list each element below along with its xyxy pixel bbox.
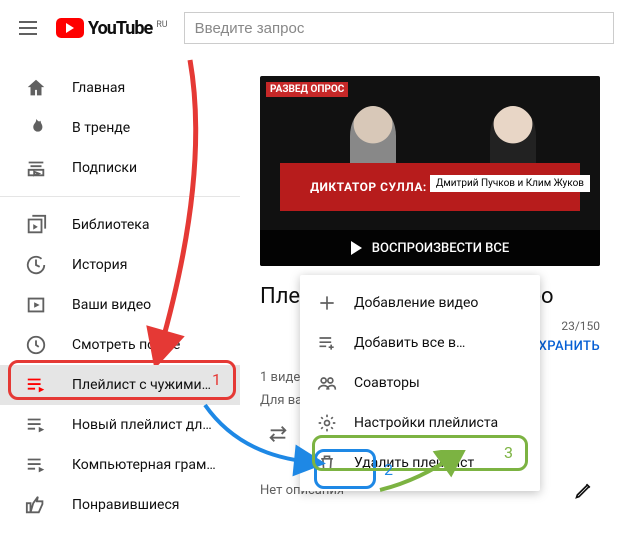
playlist-icon bbox=[24, 413, 48, 437]
sidebar-item-label: Понравившиеся bbox=[72, 497, 179, 513]
playlist-icon bbox=[24, 453, 48, 477]
logo-country: RU bbox=[156, 20, 167, 30]
menu-item-playlist-settings[interactable]: Настройки плейлиста bbox=[300, 403, 540, 443]
menu-item-add-video[interactable]: Добавление видео bbox=[300, 283, 540, 323]
sidebar-item-label: Плейлист с чужими… bbox=[72, 377, 211, 393]
logo-text: YouTube bbox=[88, 18, 152, 39]
sidebar: Главная В тренде Подписки Библиотека Истори… bbox=[0, 56, 240, 533]
yourvideos-icon bbox=[24, 293, 48, 317]
collab-icon bbox=[316, 372, 338, 394]
sidebar-item-label: Компьютерная грам… bbox=[72, 457, 216, 473]
sidebar-item-playlist-foreign[interactable]: Плейлист с чужими… bbox=[0, 365, 240, 405]
menu-item-label: Удалить плейлист bbox=[354, 455, 474, 471]
sidebar-item-playlist-new[interactable]: Новый плейлист дл… bbox=[0, 405, 240, 445]
youtube-logo[interactable]: YouTube RU bbox=[56, 18, 168, 39]
menu-item-collaborators[interactable]: Соавторы bbox=[300, 363, 540, 403]
menu-item-label: Добавить все в… bbox=[354, 335, 465, 351]
menu-item-label: Настройки плейлиста bbox=[354, 415, 498, 431]
sidebar-item-label: Смотреть позже bbox=[72, 337, 180, 353]
thumb-badge: РАЗВЕД ОПРОС bbox=[266, 82, 348, 97]
like-icon bbox=[24, 493, 48, 517]
gear-icon bbox=[316, 412, 338, 434]
playlist-icon bbox=[24, 373, 48, 397]
play-icon bbox=[351, 241, 362, 255]
addall-icon bbox=[316, 332, 338, 354]
library-icon bbox=[24, 213, 48, 237]
fire-icon bbox=[24, 116, 48, 140]
plus-icon bbox=[316, 292, 338, 314]
playlist-thumbnail[interactable]: РАЗВЕД ОПРОС ДИКТАТОР СУЛЛА: КРАХ РЕСПУБ… bbox=[260, 76, 600, 266]
menu-item-label: Соавторы bbox=[354, 375, 420, 391]
thumb-name-card: Дмитрий Пучков и Клим Жуков bbox=[430, 175, 590, 192]
annotation-number-1: 1 bbox=[212, 370, 221, 389]
shuffle-button[interactable] bbox=[260, 416, 296, 452]
person-silhouette bbox=[350, 106, 396, 166]
sidebar-item-label: Ваши видео bbox=[72, 297, 151, 313]
annotation-number-3: 3 bbox=[504, 443, 513, 462]
sidebar-item-trending[interactable]: В тренде bbox=[0, 108, 240, 148]
trash-icon bbox=[316, 452, 338, 474]
sidebar-item-label: Главная bbox=[72, 80, 125, 96]
search-box bbox=[184, 12, 614, 44]
sidebar-item-liked-videos[interactable]: Понравившиеся bbox=[0, 485, 240, 525]
menu-item-label: Добавление видео bbox=[354, 295, 478, 311]
sidebar-item-watch-later[interactable]: Смотреть позже bbox=[0, 325, 240, 365]
header: YouTube RU bbox=[0, 0, 630, 56]
sidebar-item-your-videos[interactable]: Ваши видео bbox=[0, 285, 240, 325]
sidebar-item-history[interactable]: История bbox=[0, 245, 240, 285]
subs-icon bbox=[24, 156, 48, 180]
sidebar-item-playlist-computer[interactable]: Компьютерная грам… bbox=[0, 445, 240, 485]
play-all-overlay[interactable]: ВОСПРОИЗВЕСТИ ВСЕ bbox=[260, 230, 600, 266]
menu-item-add-all[interactable]: Добавить все в… bbox=[300, 323, 540, 363]
clock-icon bbox=[24, 333, 48, 357]
person-silhouette bbox=[490, 106, 536, 166]
sidebar-item-label: История bbox=[72, 257, 127, 273]
sidebar-item-subscriptions[interactable]: Подписки bbox=[0, 148, 240, 188]
history-icon bbox=[24, 253, 48, 277]
sidebar-item-home[interactable]: Главная bbox=[0, 68, 240, 108]
sidebar-item-label: Библиотека bbox=[72, 217, 149, 233]
play-icon bbox=[56, 18, 84, 38]
edit-description-button[interactable] bbox=[566, 472, 602, 508]
annotation-number-2: 2 bbox=[384, 460, 393, 479]
home-icon bbox=[24, 76, 48, 100]
search-input[interactable] bbox=[184, 12, 614, 44]
sidebar-item-label: Подписки bbox=[72, 160, 137, 176]
play-all-label: ВОСПРОИЗВЕСТИ ВСЕ bbox=[372, 241, 509, 256]
sidebar-item-label: Новый плейлист дл… bbox=[72, 417, 212, 433]
sidebar-item-library[interactable]: Библиотека bbox=[0, 205, 240, 245]
menu-icon[interactable] bbox=[16, 16, 40, 40]
sidebar-item-label: В тренде bbox=[72, 120, 130, 136]
